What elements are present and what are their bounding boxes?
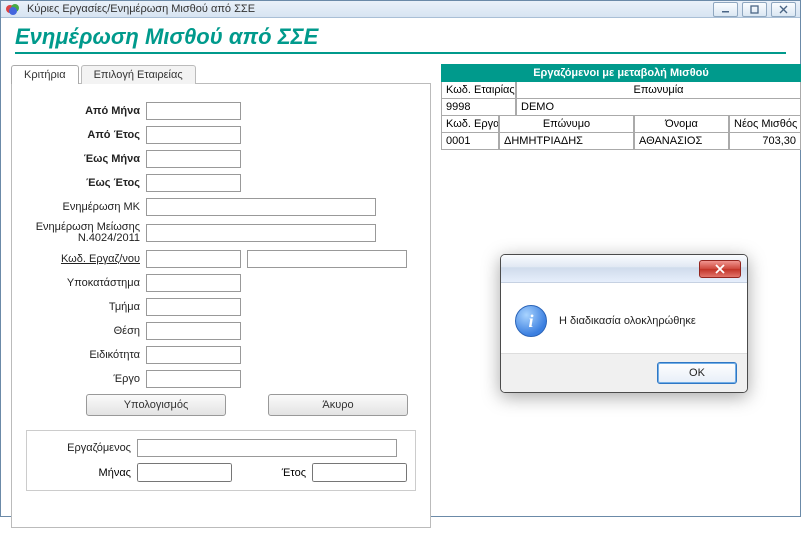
input-project[interactable] xyxy=(146,370,241,388)
cell-company-code: 9998 xyxy=(441,99,516,116)
tab-body: Από Μήνα Από Έτος Έως Μήνα Έως Έτος Ενημ… xyxy=(11,83,431,528)
input-sum-employee[interactable] xyxy=(137,439,397,457)
cancel-button[interactable]: Άκυρο xyxy=(268,394,408,416)
label-sum-month: Μήνας xyxy=(37,467,137,479)
ok-button[interactable]: OK xyxy=(657,362,737,384)
hdr-company-name: Επωνυμία xyxy=(516,82,801,99)
dialog-titlebar xyxy=(501,255,747,283)
table-row[interactable]: 0001 ΔΗΜΗΤΡΙΑΔΗΣ ΑΘΑΝΑΣΙΟΣ 703,30 xyxy=(441,133,801,150)
close-button[interactable] xyxy=(771,2,796,17)
label-sum-employee: Εργαζόμενος xyxy=(37,442,137,454)
label-sum-year: Έτος xyxy=(232,467,312,479)
left-panel: Κριτήρια Επιλογή Εταιρείας Από Μήνα Από … xyxy=(11,64,431,528)
label-update-reduction: Ενημέρωση Μείωσης Ν.4024/2011 xyxy=(26,222,146,244)
maximize-button[interactable] xyxy=(742,2,767,17)
label-branch: Υποκατάστημα xyxy=(26,277,146,289)
titlebar: Κύριες Εργασίες/Ενημέρωση Μισθού από ΣΣΕ xyxy=(1,1,800,18)
label-emp-code: Κωδ. Εργαζ/νου xyxy=(26,253,146,265)
cell-name: ΑΘΑΝΑΣΙΟΣ xyxy=(634,133,729,150)
page-title: Ενημέρωση Μισθού από ΣΣΕ xyxy=(15,24,786,54)
tab-strip: Κριτήρια Επιλογή Εταιρείας xyxy=(11,64,431,83)
app-icon xyxy=(5,1,21,17)
input-emp-name[interactable] xyxy=(247,250,407,268)
input-emp-code[interactable] xyxy=(146,250,241,268)
dialog-footer: OK xyxy=(501,353,747,392)
input-to-year[interactable] xyxy=(146,174,241,192)
label-project: Έργο xyxy=(26,373,146,385)
input-sum-year[interactable] xyxy=(312,463,407,482)
minimize-button[interactable] xyxy=(713,2,738,17)
input-specialty[interactable] xyxy=(146,346,241,364)
input-to-month[interactable] xyxy=(146,150,241,168)
cell-new-salary: 703,30 xyxy=(729,133,801,150)
dialog-close-button[interactable] xyxy=(699,260,741,278)
label-update-mk: Ενημέρωση ΜΚ xyxy=(26,201,146,213)
input-from-year[interactable] xyxy=(146,126,241,144)
cell-surname: ΔΗΜΗΤΡΙΑΔΗΣ xyxy=(499,133,634,150)
input-sum-month[interactable] xyxy=(137,463,232,482)
summary-group: Εργαζόμενος Μήνας Έτος xyxy=(26,430,416,491)
label-department: Τμήμα xyxy=(26,301,146,313)
input-branch[interactable] xyxy=(146,274,241,292)
window-buttons xyxy=(713,2,796,17)
cell-emp-code: 0001 xyxy=(441,133,499,150)
label-to-year: Έως Έτος xyxy=(26,177,146,189)
dialog-body: i Η διαδικασία ολοκληρώθηκε xyxy=(501,283,747,353)
hdr-name: Όνομα xyxy=(634,116,729,133)
hdr-surname: Επώνυμο xyxy=(499,116,634,133)
hdr-emp-code: Κωδ. Εργαζ. xyxy=(441,116,499,133)
label-from-year: Από Έτος xyxy=(26,129,146,141)
page-header: Ενημέρωση Μισθού από ΣΣΕ xyxy=(1,18,800,58)
table-caption: Εργαζόμενοι με μεταβολή Μισθού xyxy=(441,64,801,82)
label-to-month: Έως Μήνα xyxy=(26,153,146,165)
tab-company[interactable]: Επιλογή Εταιρείας xyxy=(81,65,196,84)
hdr-company-code: Κωδ. Εταιρίας xyxy=(441,82,516,99)
input-update-reduction[interactable] xyxy=(146,224,376,242)
dialog-message: Η διαδικασία ολοκληρώθηκε xyxy=(559,315,696,327)
input-department[interactable] xyxy=(146,298,241,316)
label-position: Θέση xyxy=(26,325,146,337)
tab-criteria[interactable]: Κριτήρια xyxy=(11,65,79,84)
label-specialty: Ειδικότητα xyxy=(26,349,146,361)
info-dialog: i Η διαδικασία ολοκληρώθηκε OK xyxy=(500,254,748,393)
label-from-month: Από Μήνα xyxy=(26,105,146,117)
input-position[interactable] xyxy=(146,322,241,340)
calc-button[interactable]: Υπολογισμός xyxy=(86,394,226,416)
cell-company-name: DEMO xyxy=(516,99,801,116)
window-title: Κύριες Εργασίες/Ενημέρωση Μισθού από ΣΣΕ xyxy=(27,3,707,15)
hdr-new-salary: Νέος Μισθός xyxy=(729,116,801,133)
info-icon: i xyxy=(515,305,547,337)
input-from-month[interactable] xyxy=(146,102,241,120)
result-table: Εργαζόμενοι με μεταβολή Μισθού Κωδ. Εται… xyxy=(441,64,801,150)
input-update-mk[interactable] xyxy=(146,198,376,216)
